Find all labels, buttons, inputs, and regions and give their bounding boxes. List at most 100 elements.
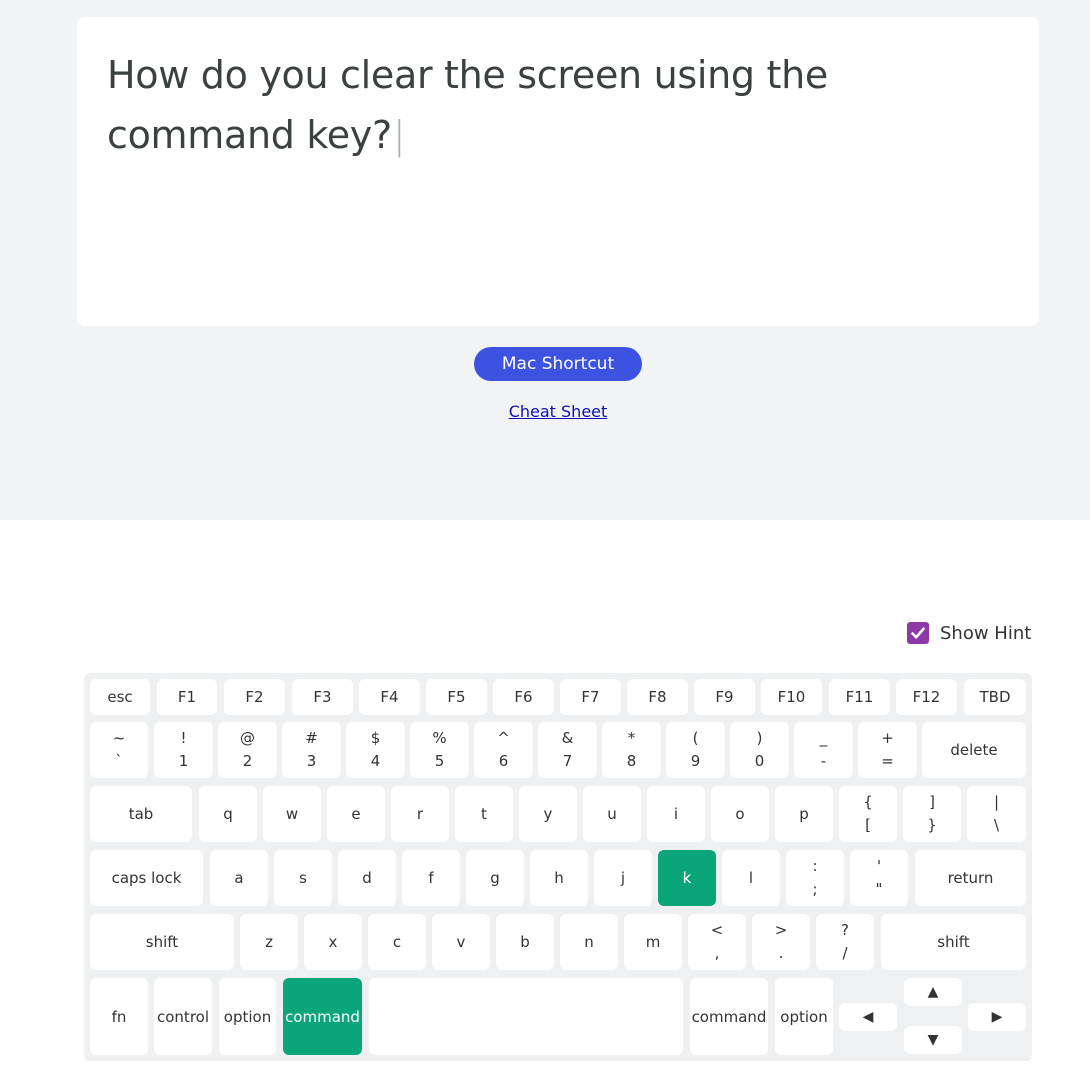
- key-s[interactable]: s: [274, 850, 332, 906]
- key-4[interactable]: $4: [346, 722, 405, 778]
- key-9[interactable]: (9: [666, 722, 725, 778]
- key-symbol-r1c0[interactable]: ~ `: [90, 722, 148, 778]
- key-p[interactable]: p: [775, 786, 833, 842]
- key-2[interactable]: @2: [218, 722, 277, 778]
- key-0[interactable]: ) 0: [730, 722, 789, 778]
- key-f[interactable]: f: [402, 850, 460, 906]
- key-i[interactable]: i: [647, 786, 705, 842]
- key-arrow-right[interactable]: ▶: [968, 1003, 1026, 1031]
- key-tbd[interactable]: TBD: [964, 679, 1026, 715]
- key-t[interactable]: t: [455, 786, 513, 842]
- key-f2[interactable]: F2: [224, 679, 285, 715]
- key-arrow-up[interactable]: ▲: [904, 978, 962, 1006]
- key-label: n: [584, 933, 594, 951]
- key-bottom-char: 5: [434, 752, 445, 770]
- text-caret: |: [392, 113, 406, 157]
- key-label: F4: [380, 688, 399, 706]
- key-c[interactable]: c: [368, 914, 426, 970]
- key-tab[interactable]: tab: [90, 786, 192, 842]
- key-f12[interactable]: F12: [896, 679, 957, 715]
- key-symbol-r2c12[interactable]: ]}: [903, 786, 961, 842]
- key-command[interactable]: command: [283, 978, 362, 1055]
- key-6[interactable]: ^ 6: [474, 722, 533, 778]
- key-8[interactable]: * 8: [602, 722, 661, 778]
- key-symbol-r1c12[interactable]: + =: [858, 722, 917, 778]
- key-bottom-char: }: [927, 816, 937, 834]
- key-arrow-down[interactable]: ▼: [904, 1026, 962, 1054]
- key-label: option: [780, 1007, 828, 1026]
- key-m[interactable]: m: [624, 914, 682, 970]
- key-delete[interactable]: delete: [922, 722, 1026, 778]
- key-command[interactable]: command: [690, 978, 768, 1055]
- key-v[interactable]: v: [432, 914, 490, 970]
- key-label: F6: [514, 688, 533, 706]
- key-x[interactable]: x: [304, 914, 362, 970]
- key-5[interactable]: % 5: [410, 722, 469, 778]
- key-g[interactable]: g: [466, 850, 524, 906]
- key-f6[interactable]: F6: [493, 679, 554, 715]
- key-bottom-char: 6: [498, 752, 509, 770]
- checkbox-checked-icon[interactable]: [907, 622, 929, 644]
- key-7[interactable]: & 7: [538, 722, 597, 778]
- key-symbol-r3c10[interactable]: :;: [786, 850, 844, 906]
- show-hint-toggle[interactable]: Show Hint: [907, 620, 1031, 646]
- key-y[interactable]: y: [519, 786, 577, 842]
- key-symbol-r2c13[interactable]: | \: [967, 786, 1026, 842]
- key-fn[interactable]: fn: [90, 978, 148, 1055]
- key-symbol-r1c11[interactable]: _ -: [794, 722, 853, 778]
- key-3[interactable]: #3: [282, 722, 341, 778]
- key-bottom-char: 3: [306, 752, 317, 770]
- key-shift[interactable]: shift: [881, 914, 1026, 970]
- key-f8[interactable]: F8: [627, 679, 688, 715]
- keyboard: esc F1 F2 F3 F4 F5 F6 F7 F8 F9 F10 F11 F12 TBD ~ `! 1 @2 #…: [84, 673, 1032, 1061]
- key-z[interactable]: z: [240, 914, 298, 970]
- key-caps-lock[interactable]: caps lock: [90, 850, 203, 906]
- key-q[interactable]: q: [199, 786, 257, 842]
- key-option[interactable]: option: [775, 978, 833, 1055]
- key-j[interactable]: j: [594, 850, 652, 906]
- key-a[interactable]: a: [210, 850, 268, 906]
- key-bottom-char: 2: [242, 752, 253, 770]
- key-symbol-r2c11[interactable]: {[: [839, 786, 897, 842]
- key-bottom-char: ": [875, 880, 883, 898]
- key-symbol-r4c9[interactable]: >.: [752, 914, 810, 970]
- key-d[interactable]: d: [338, 850, 396, 906]
- key-symbol-r4c10[interactable]: ? /: [816, 914, 874, 970]
- key-f9[interactable]: F9: [694, 679, 755, 715]
- key-esc[interactable]: esc: [90, 679, 150, 715]
- key-f1[interactable]: F1: [157, 679, 217, 715]
- key-f5[interactable]: F5: [426, 679, 487, 715]
- key-space[interactable]: [369, 978, 683, 1055]
- key-b[interactable]: b: [496, 914, 554, 970]
- key-top-char: <: [710, 921, 724, 939]
- key-1[interactable]: ! 1: [154, 722, 213, 778]
- key-symbol-r4c8[interactable]: <,: [688, 914, 746, 970]
- key-f11[interactable]: F11: [829, 679, 890, 715]
- key-label: shift: [937, 933, 970, 951]
- key-f10[interactable]: F10: [761, 679, 822, 715]
- key-label: F10: [777, 688, 806, 706]
- key-h[interactable]: h: [530, 850, 588, 906]
- key-control[interactable]: control: [154, 978, 212, 1055]
- key-f3[interactable]: F3: [292, 679, 353, 715]
- key-return[interactable]: return: [915, 850, 1026, 906]
- key-e[interactable]: e: [327, 786, 385, 842]
- key-l[interactable]: l: [722, 850, 780, 906]
- key-shift[interactable]: shift: [90, 914, 234, 970]
- key-k[interactable]: k: [658, 850, 716, 906]
- mac-shortcut-button[interactable]: Mac Shortcut: [474, 347, 642, 381]
- key-arrow-left[interactable]: ◀: [839, 1003, 897, 1031]
- cheat-sheet-link[interactable]: Cheat Sheet: [458, 402, 658, 421]
- key-o[interactable]: o: [711, 786, 769, 842]
- key-bottom-char: 1: [178, 752, 189, 770]
- key-f7[interactable]: F7: [560, 679, 621, 715]
- key-u[interactable]: u: [583, 786, 641, 842]
- key-label: option: [223, 1007, 272, 1026]
- key-symbol-r3c11[interactable]: ' ": [850, 850, 908, 906]
- key-bottom-char: ;: [812, 880, 818, 898]
- key-option[interactable]: option: [219, 978, 276, 1055]
- key-w[interactable]: w: [263, 786, 321, 842]
- key-n[interactable]: n: [560, 914, 618, 970]
- key-r[interactable]: r: [391, 786, 449, 842]
- key-f4[interactable]: F4: [359, 679, 420, 715]
